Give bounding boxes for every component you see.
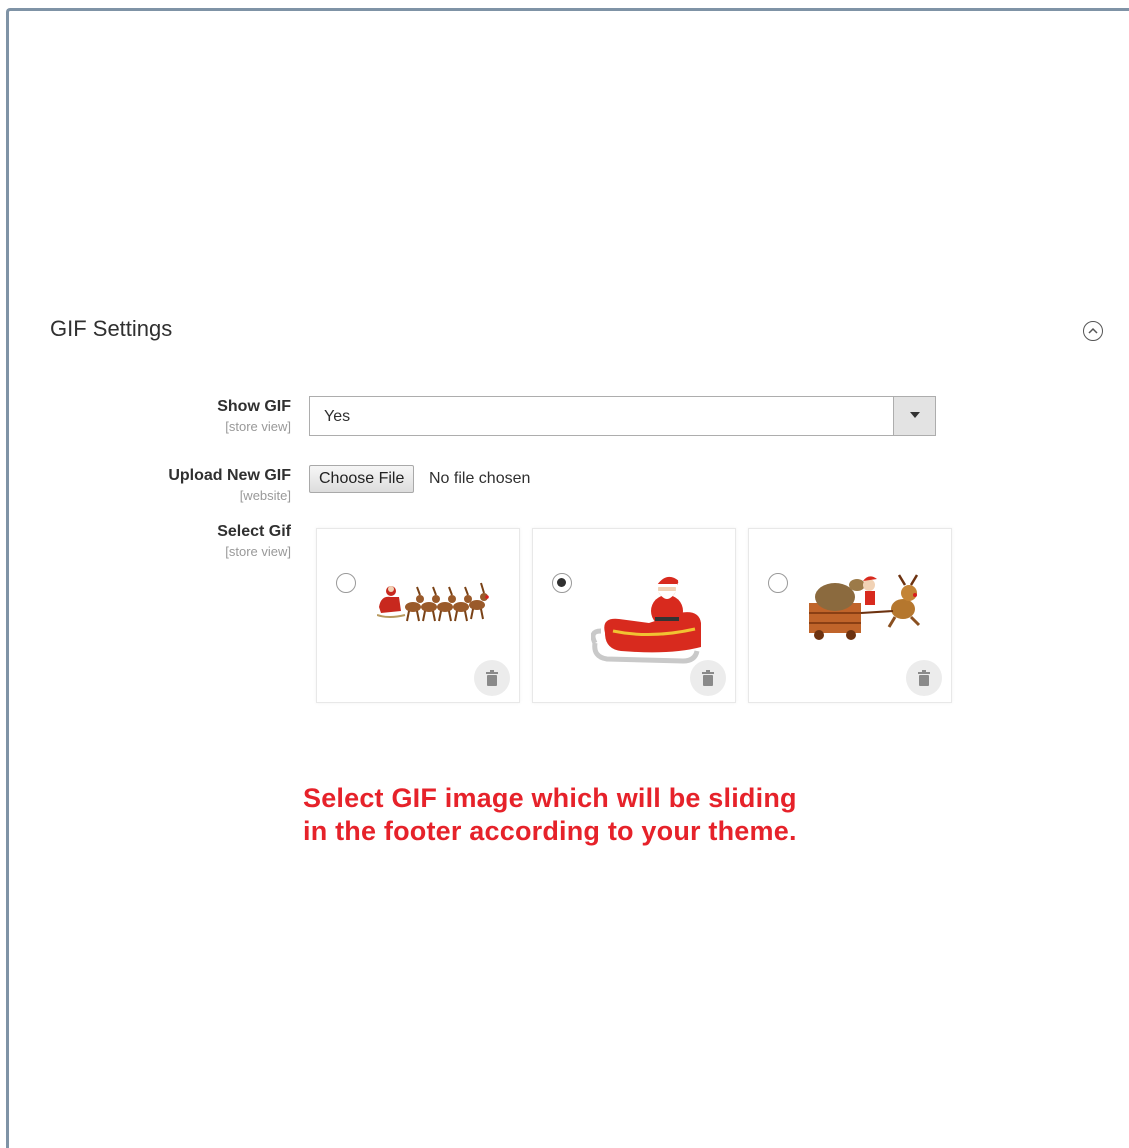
chevron-up-circle-icon[interactable] xyxy=(1083,321,1103,341)
annotation-line: in the footer according to your theme. xyxy=(303,816,797,846)
dropdown-arrow-icon[interactable] xyxy=(893,397,935,435)
santa-in-sleigh-image xyxy=(591,576,701,664)
reindeer-pulling-gift-cart-image xyxy=(809,574,921,640)
santa-sleigh-reindeer-team-image xyxy=(377,582,489,622)
select-gif-scope: [store view] xyxy=(225,544,291,559)
show-gif-selected-value: Yes xyxy=(324,408,351,425)
show-gif-select[interactable]: Yes xyxy=(309,396,936,436)
select-gif-label: Select Gif xyxy=(217,523,291,540)
trash-icon[interactable] xyxy=(906,660,942,696)
section-title: GIF Settings xyxy=(50,316,173,341)
show-gif-scope: [store view] xyxy=(225,419,291,434)
file-status-text: No file chosen xyxy=(429,470,531,487)
gif-option-radio[interactable] xyxy=(336,573,356,593)
annotation-line: Select GIF image which will be sliding xyxy=(303,783,797,813)
upload-gif-label: Upload New GIF xyxy=(168,467,291,484)
show-gif-label: Show GIF xyxy=(217,398,291,415)
gif-option-radio[interactable] xyxy=(768,573,788,593)
trash-icon[interactable] xyxy=(474,660,510,696)
trash-icon[interactable] xyxy=(690,660,726,696)
gif-option-card[interactable] xyxy=(748,528,952,703)
upload-gif-scope: [website] xyxy=(239,488,291,503)
gif-option-radio[interactable] xyxy=(552,573,572,593)
choose-file-button[interactable]: Choose File xyxy=(309,465,415,493)
gif-option-card[interactable] xyxy=(316,528,520,703)
gif-option-card[interactable] xyxy=(532,528,736,703)
annotation-note: Select GIF image which will be sliding i… xyxy=(303,782,797,848)
